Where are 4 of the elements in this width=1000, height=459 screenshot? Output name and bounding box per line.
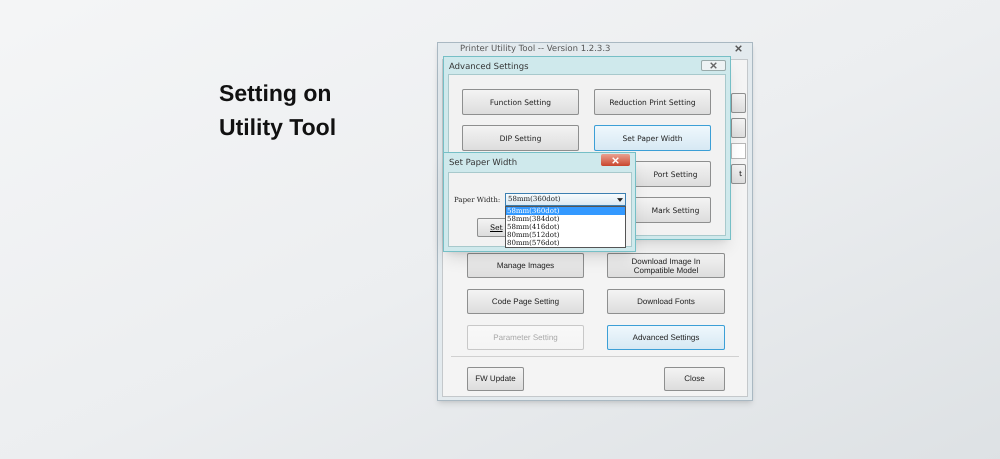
window-title: Printer Utility Tool -- Version 1.2.3.3 [460,44,610,55]
slide-heading: Setting on Utility Tool [219,79,338,142]
dialog-title: Advanced Settings [449,61,529,74]
dialog-title: Set Paper Width [449,157,518,170]
